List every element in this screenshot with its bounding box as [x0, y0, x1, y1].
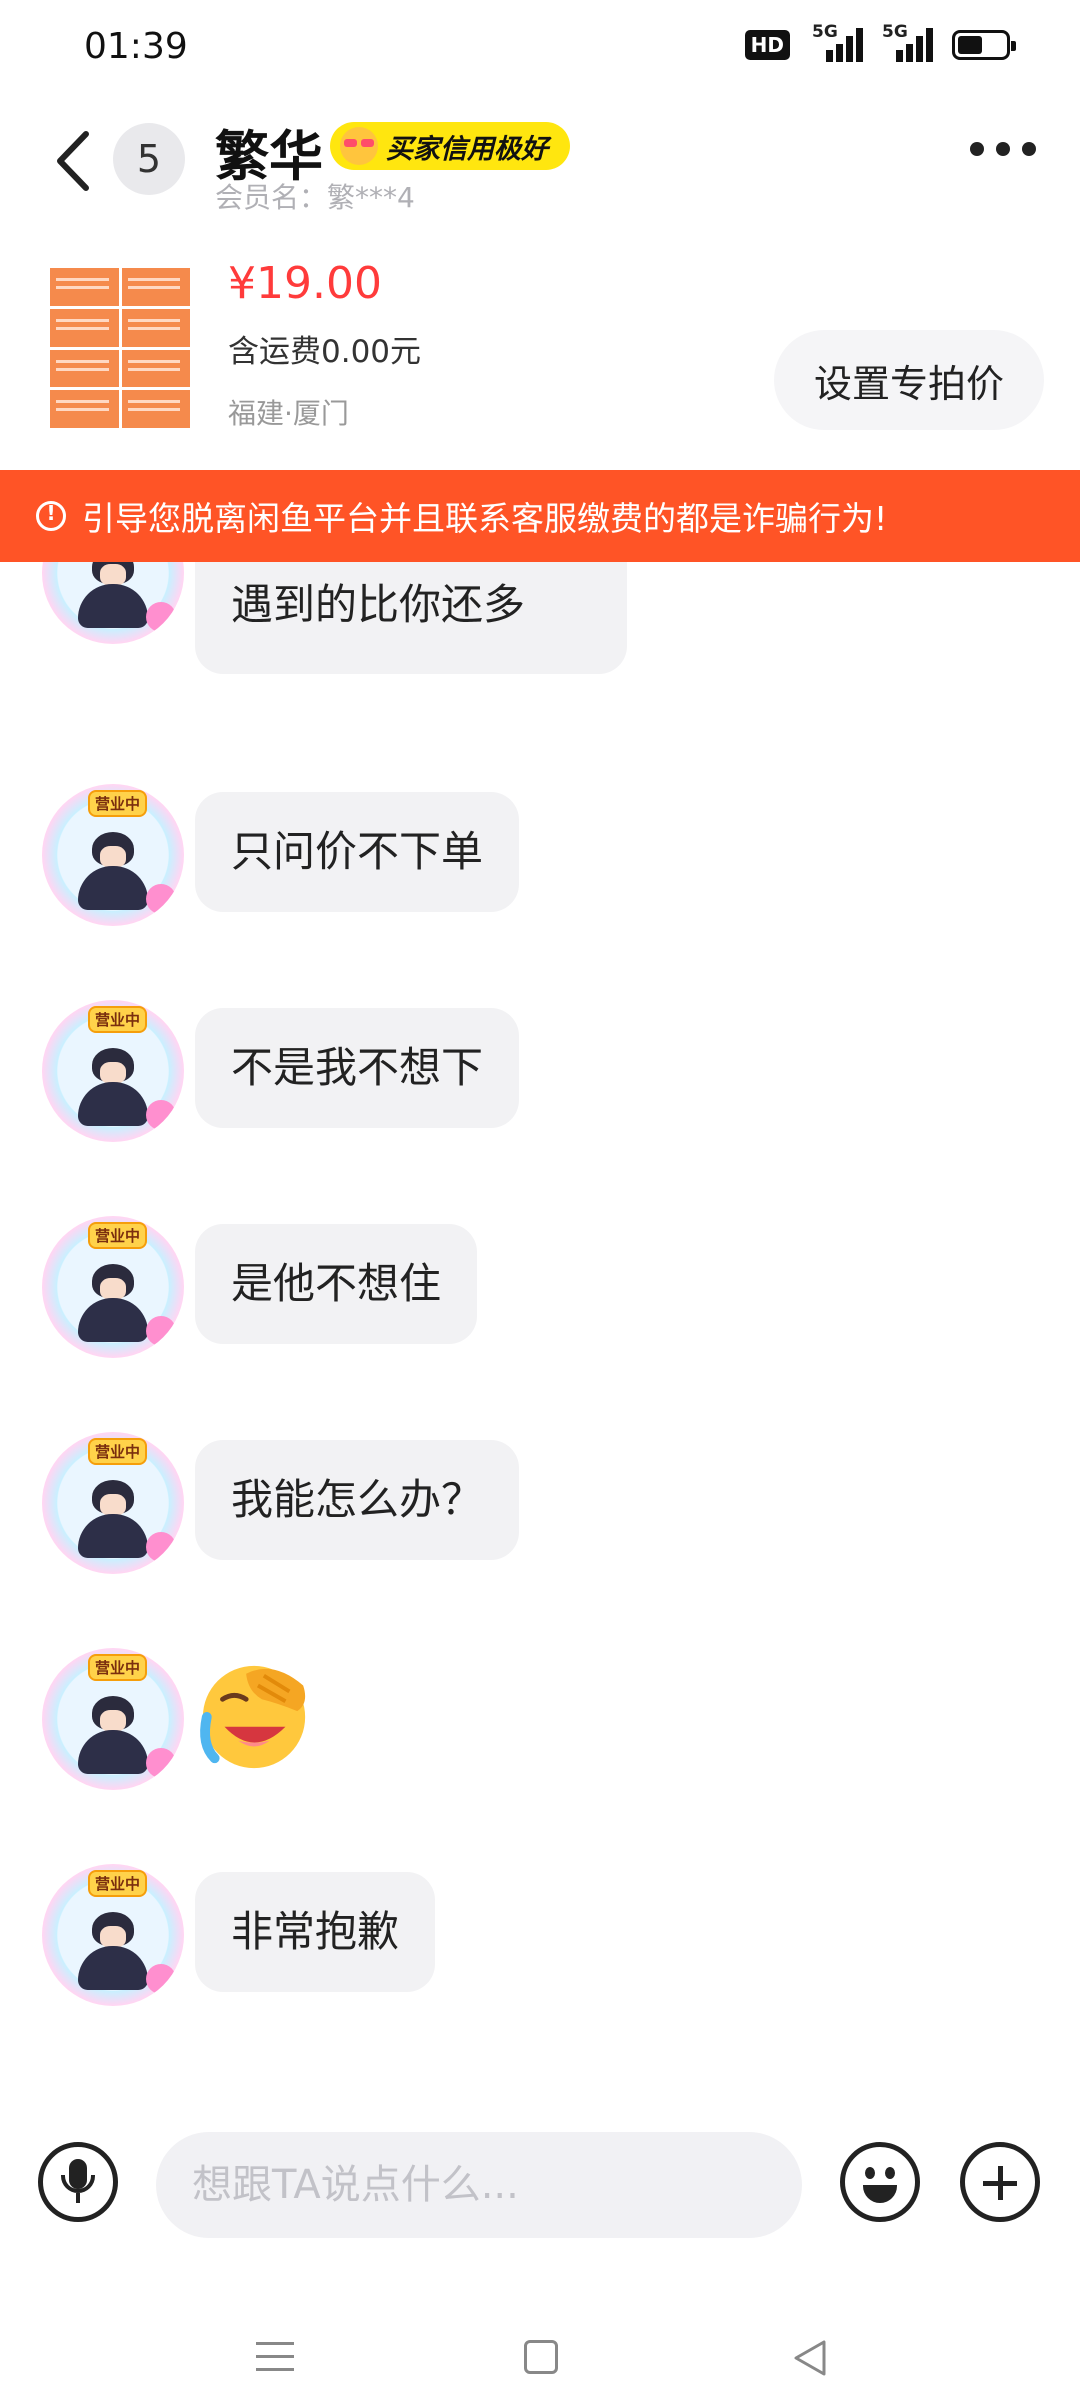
- signal-5g-icon: 5G: [812, 22, 863, 62]
- hd-voice-icon: HD: [744, 30, 790, 60]
- battery-icon: [952, 30, 1016, 60]
- fraud-warning-banner: 引导您脱离闲鱼平台并且联系客服缴费的都是诈骗行为!: [0, 470, 1080, 562]
- chat-list[interactable]: 像我这种顾客，我遇到的比你还多 营业中 只问价不下单 营业中 不是我不想下 营业…: [0, 562, 1080, 2082]
- smiley-icon: [865, 2167, 875, 2179]
- back-arrow-icon[interactable]: [52, 128, 92, 194]
- member-name: 会员名：繁***4: [215, 181, 415, 214]
- message-bubble[interactable]: 是他不想住: [195, 1224, 478, 1344]
- message-input[interactable]: [156, 2132, 802, 2238]
- add-attachment-button[interactable]: [960, 2142, 1040, 2222]
- sender-avatar[interactable]: 营业中: [42, 1432, 184, 1574]
- set-special-price-button[interactable]: 设置专拍价: [774, 330, 1044, 430]
- message-bubble[interactable]: 像我这种顾客，我遇到的比你还多: [195, 562, 627, 674]
- sender-avatar[interactable]: [42, 562, 184, 644]
- product-thumbnail[interactable]: [36, 262, 202, 434]
- credit-badge-label: 买家信用极好: [386, 133, 548, 165]
- warning-text: 引导您脱离闲鱼平台并且联系客服缴费的都是诈骗行为!: [82, 499, 888, 538]
- message-bubble[interactable]: 不是我不想下: [195, 1008, 520, 1128]
- emoji-button[interactable]: [840, 2142, 920, 2222]
- status-icons: HD 5G 5G: [744, 22, 1016, 62]
- signal-5g-icon-2: 5G: [882, 22, 933, 62]
- nav-back-icon[interactable]: [790, 2338, 830, 2378]
- credit-badge[interactable]: 买家信用极好: [330, 122, 570, 170]
- status-time: 01:39: [84, 26, 188, 67]
- message-bubble[interactable]: 只问价不下单: [195, 792, 520, 912]
- sender-avatar[interactable]: 营业中: [42, 1000, 184, 1142]
- product-shipping: 含运费0.00元: [228, 334, 422, 370]
- product-location: 福建·厦门: [228, 397, 349, 430]
- sender-avatar[interactable]: 营业中: [42, 784, 184, 926]
- sender-avatar[interactable]: 营业中: [42, 1216, 184, 1358]
- message-input-bar: [0, 2100, 1080, 2280]
- sender-avatar[interactable]: 营业中: [42, 1648, 184, 1790]
- voice-input-button[interactable]: [38, 2142, 118, 2222]
- more-options-icon[interactable]: [970, 142, 1036, 156]
- crying-laughing-facepalm-emoji[interactable]: [195, 1656, 313, 1774]
- sender-avatar[interactable]: 营业中: [42, 1864, 184, 2006]
- warning-icon: [36, 501, 66, 531]
- recent-apps-icon[interactable]: [256, 2342, 294, 2372]
- unread-count-badge[interactable]: 5: [113, 123, 185, 195]
- home-icon[interactable]: [524, 2340, 558, 2374]
- message-bubble[interactable]: 非常抱歉: [195, 1872, 436, 1992]
- system-nav-bar: [0, 2300, 1080, 2408]
- cool-face-icon: [340, 127, 378, 165]
- message-bubble[interactable]: 我能怎么办？: [195, 1440, 520, 1560]
- status-bar: 01:39 HD 5G 5G: [0, 0, 1080, 100]
- product-price: ¥19.00: [228, 258, 382, 309]
